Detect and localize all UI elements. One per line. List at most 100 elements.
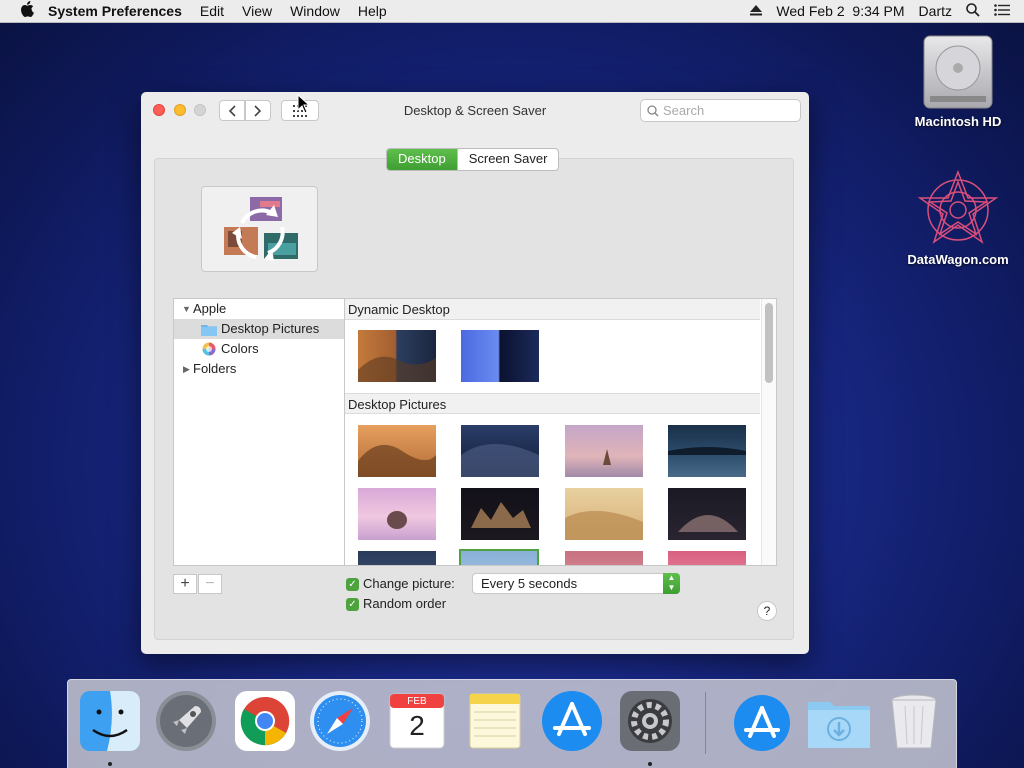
dock-chrome[interactable] xyxy=(234,690,296,752)
desktop-icon-datawagon[interactable]: DataWagon.com xyxy=(898,168,1018,267)
app-store-icon xyxy=(734,695,790,751)
add-folder-button[interactable]: + xyxy=(173,574,197,594)
wallpaper-thumbnail[interactable] xyxy=(358,330,436,382)
menu-bar: System Preferences Edit View Window Help… xyxy=(0,0,1024,22)
dock-app-store-download[interactable] xyxy=(731,690,793,752)
zoom-button[interactable] xyxy=(194,104,206,116)
dock-system-preferences[interactable] xyxy=(619,690,681,766)
eject-icon[interactable] xyxy=(750,3,763,19)
wallpaper-thumbnail[interactable] xyxy=(461,330,539,382)
mouse-cursor-icon xyxy=(297,94,311,114)
apple-menu-icon[interactable] xyxy=(20,1,34,21)
wallpaper-thumbnail[interactable] xyxy=(668,488,746,540)
dock-trash[interactable] xyxy=(883,690,945,752)
change-picture-label[interactable]: Change picture: xyxy=(363,576,455,591)
wallpaper-thumbnail[interactable] xyxy=(358,551,436,565)
source-list: ▼ Apple Desktop Pictures Colors ▶ Folder… xyxy=(173,298,345,566)
scrollbar-knob[interactable] xyxy=(765,303,773,383)
search-icon xyxy=(647,105,659,117)
gear-icon xyxy=(620,691,680,751)
menu-view[interactable]: View xyxy=(242,3,272,19)
source-item-desktop-pictures[interactable]: Desktop Pictures xyxy=(174,319,344,339)
tab-screen-saver[interactable]: Screen Saver xyxy=(456,149,559,170)
running-indicator xyxy=(648,762,652,766)
disclosure-triangle-down-icon[interactable]: ▼ xyxy=(182,299,191,319)
close-button[interactable] xyxy=(153,104,165,116)
preferences-window: Desktop & Screen Saver Desktop Screen Sa… xyxy=(141,92,809,654)
plus-icon: + xyxy=(180,575,190,592)
app-store-icon xyxy=(542,691,602,751)
source-item-apple[interactable]: ▼ Apple xyxy=(174,299,344,319)
downloads-folder-icon xyxy=(808,702,870,748)
picture-grid: Dynamic Desktop Desktop Pictures xyxy=(345,298,777,566)
wallpaper-thumbnail-selected[interactable] xyxy=(459,549,539,565)
menu-help[interactable]: Help xyxy=(358,3,387,19)
disclosure-triangle-right-icon[interactable]: ▶ xyxy=(183,359,190,379)
section-header: Desktop Pictures xyxy=(345,393,760,414)
wallpaper-thumbnail[interactable] xyxy=(461,488,539,540)
tab-control: Desktop Screen Saver xyxy=(386,148,560,171)
wallpaper-thumbnail[interactable] xyxy=(565,488,643,540)
chevron-left-icon xyxy=(228,104,236,117)
desktop-icon-label: Macintosh HD xyxy=(914,114,1002,129)
finder-icon xyxy=(80,691,140,751)
random-order-label[interactable]: Random order xyxy=(363,596,446,611)
dock-finder[interactable] xyxy=(79,690,141,766)
title-bar[interactable]: Desktop & Screen Saver xyxy=(141,92,809,130)
updown-arrows-icon: ▲ ▼ xyxy=(663,573,680,594)
source-item-label: Desktop Pictures xyxy=(221,321,320,336)
compass-icon xyxy=(310,691,370,751)
back-button[interactable] xyxy=(219,100,245,121)
random-order-checkbox[interactable]: ✓ xyxy=(346,598,359,611)
change-interval-select[interactable]: Every 5 seconds ▲ ▼ xyxy=(472,573,680,594)
source-item-folders[interactable]: ▶ Folders xyxy=(174,359,344,379)
rotate-pictures-icon xyxy=(224,197,298,261)
dock-calendar[interactable]: FEB 2 xyxy=(386,690,448,752)
minimize-button[interactable] xyxy=(174,104,186,116)
wallpaper-thumbnail[interactable] xyxy=(358,488,436,540)
menu-user[interactable]: Dartz xyxy=(919,3,952,19)
menu-app-name[interactable]: System Preferences xyxy=(48,3,182,19)
wallpaper-thumbnail[interactable] xyxy=(565,551,643,565)
notes-icon xyxy=(469,693,521,749)
change-interval-value: Every 5 seconds xyxy=(481,576,578,591)
menu-edit[interactable]: Edit xyxy=(200,3,224,19)
wallpaper-thumbnail[interactable] xyxy=(565,425,643,477)
star-mandala-icon xyxy=(917,169,999,244)
chevron-right-icon xyxy=(254,104,262,117)
dock-notes[interactable] xyxy=(464,690,526,752)
menu-clock[interactable]: Wed Feb 2 9:34 PM xyxy=(776,3,904,19)
minus-icon: − xyxy=(205,575,215,592)
rocket-icon xyxy=(156,691,216,751)
dock: FEB 2 xyxy=(67,679,957,768)
dock-launchpad[interactable] xyxy=(155,690,217,752)
notification-center-icon[interactable] xyxy=(994,3,1010,19)
remove-folder-button[interactable]: − xyxy=(198,574,222,594)
source-item-colors[interactable]: Colors xyxy=(174,339,344,359)
forward-button[interactable] xyxy=(245,100,271,121)
calendar-day: 2 xyxy=(409,710,425,741)
change-picture-checkbox[interactable]: ✓ xyxy=(346,578,359,591)
trash-icon xyxy=(891,694,937,749)
source-item-label: Colors xyxy=(221,341,259,356)
vertical-scrollbar[interactable] xyxy=(761,299,776,565)
help-button[interactable]: ? xyxy=(757,601,777,621)
wallpaper-thumbnail[interactable] xyxy=(461,425,539,477)
color-wheel-icon xyxy=(202,342,216,356)
wallpaper-thumbnail[interactable] xyxy=(668,425,746,477)
dock-downloads-folder[interactable] xyxy=(806,690,870,752)
search-input[interactable] xyxy=(640,99,801,122)
source-item-label: Folders xyxy=(193,361,237,376)
tab-desktop[interactable]: Desktop xyxy=(387,149,457,170)
section-header: Dynamic Desktop xyxy=(345,299,760,320)
spotlight-search-icon[interactable] xyxy=(966,2,980,20)
menu-window[interactable]: Window xyxy=(290,3,340,19)
dock-app-store[interactable] xyxy=(541,690,603,752)
dock-separator xyxy=(705,692,706,754)
hard-drive-icon xyxy=(923,35,993,109)
dock-safari[interactable] xyxy=(309,690,371,752)
desktop-icon-macintosh-hd[interactable]: Macintosh HD xyxy=(898,32,1018,129)
wallpaper-thumbnail[interactable] xyxy=(668,551,746,565)
wallpaper-thumbnail[interactable] xyxy=(358,425,436,477)
current-picture-preview[interactable] xyxy=(201,186,318,272)
